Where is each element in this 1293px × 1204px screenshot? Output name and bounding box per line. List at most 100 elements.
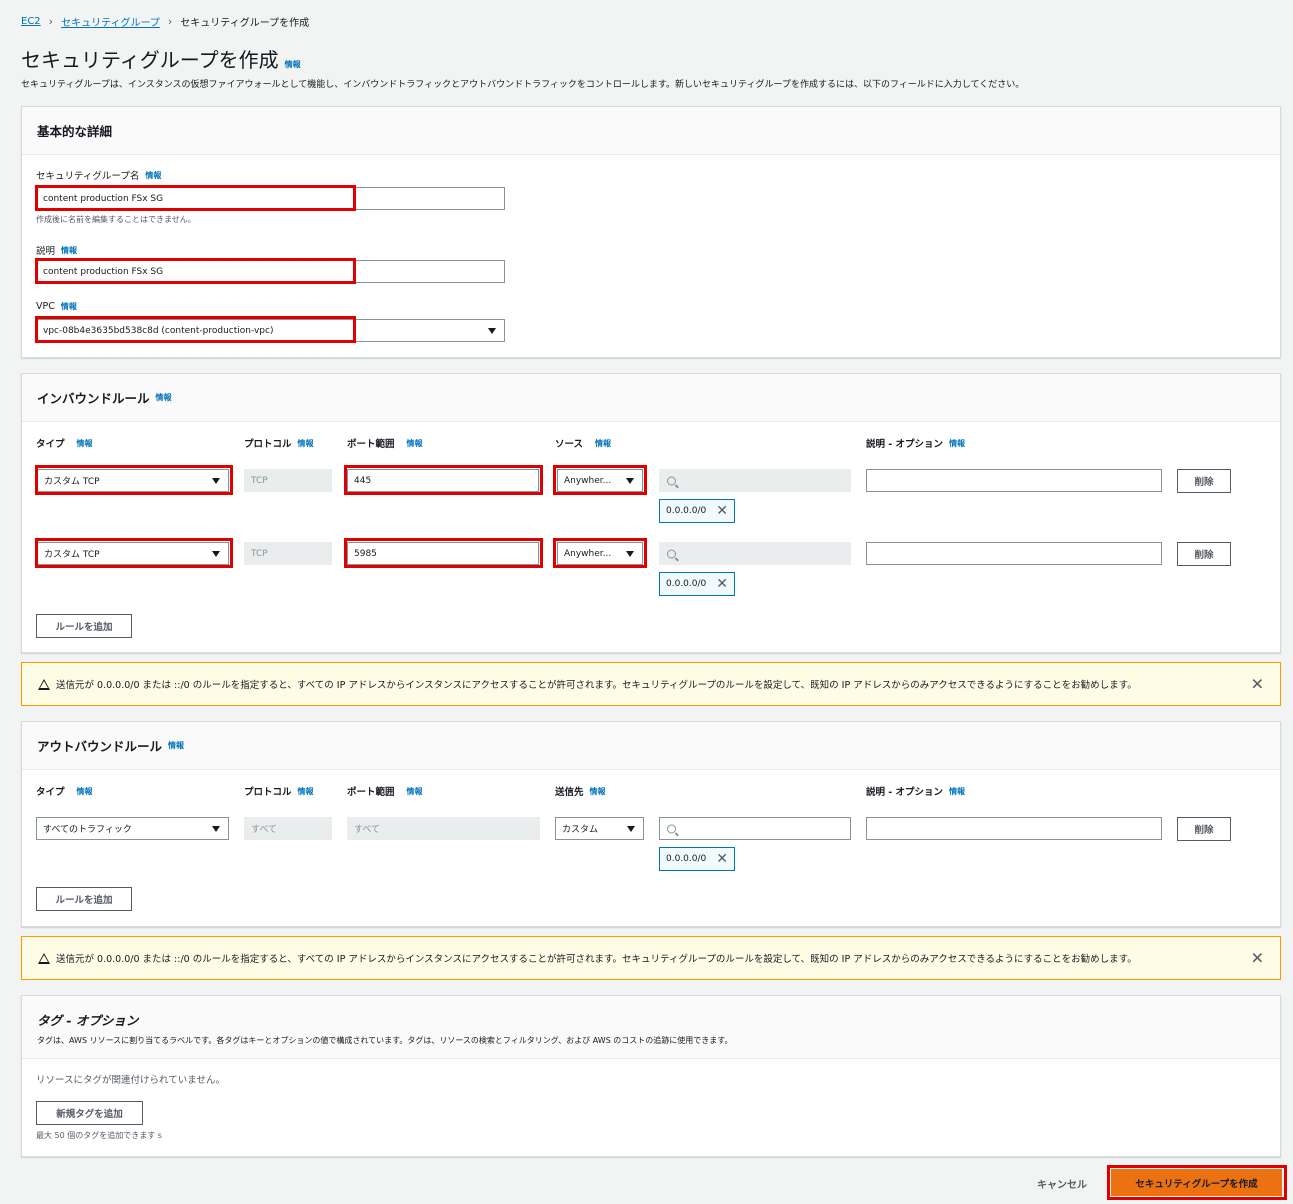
rule-type-value: すべてのトラフィック [43,825,132,835]
outbound-type-select[interactable]: すべてのトラフィック [36,817,229,840]
warning-icon [38,678,50,690]
search-icon [667,549,676,558]
vpc-select-value: vpc-08b4e3635bd538c8d (content-productio… [43,325,274,336]
col-desc-text: 説明 - オプション [866,787,944,798]
description-info-link[interactable]: 情報 [61,245,77,256]
col-source-text: ソース [555,439,584,450]
dest-info-link[interactable]: 情報 [590,786,606,797]
caret-down-icon [212,550,220,557]
page-title: セキュリティグループを作成 情報 [21,44,301,73]
cidr-token-text: 0.0.0.0/0 [666,854,707,864]
inbound-info-link[interactable]: 情報 [156,392,172,403]
rule-dest-value: カスタム [562,825,599,835]
inbound-rule-1-protocol: TCP [244,469,332,492]
desc-info-link[interactable]: 情報 [949,786,965,797]
inbound-col-port: ポート範囲 情報 [347,436,423,451]
outbound-cidr-search[interactable] [659,817,851,840]
breadcrumb-security-groups[interactable]: セキュリティグループ [61,14,160,29]
description-label: 説明 情報 [36,243,77,258]
caret-down-icon [212,477,220,484]
outbound-dest-select[interactable]: カスタム [555,817,644,840]
create-security-group-button[interactable]: セキュリティグループを作成 [1111,1169,1282,1196]
col-dest-text: 送信先 [555,787,584,798]
col-protocol-text: プロトコル [244,787,292,798]
outbound-warning-alert: 送信元が 0.0.0.0/0 または ::/0 のルールを指定すると、すべての … [21,936,1281,980]
inbound-rule-2-port-input[interactable]: 5985 [347,542,539,565]
description-input[interactable]: content production FSx SG [36,260,505,283]
add-tag-button[interactable]: 新規タグを追加 [36,1101,143,1125]
inbound-rule-2-delete-button[interactable]: 削除 [1177,542,1231,566]
desc-info-link[interactable]: 情報 [949,438,965,449]
chevron-right-icon: › [167,14,173,28]
page-info-link[interactable]: 情報 [285,59,301,70]
rule-source-value: Anywher... [564,548,612,559]
tags-description: タグは、AWS リソースに割り当てるラベルです。各タグはキーとオプションの値で構… [37,1036,733,1045]
outbound-title-text: アウトバウンドルール [37,739,163,754]
inbound-rule-1-delete-button[interactable]: 削除 [1177,469,1231,493]
close-icon[interactable]: ✕ [716,504,728,518]
col-type-text: タイプ [36,439,65,450]
outbound-header: アウトバウンドルール 情報 [22,722,1280,770]
sg-name-label: セキュリティグループ名 情報 [36,168,161,183]
inbound-rule-2-cidr-token: 0.0.0.0/0 ✕ [659,572,735,596]
sg-name-hint: 作成後に名前を編集することはできません。 [36,215,196,224]
inbound-header: インバウンドルール 情報 [22,374,1280,422]
sg-name-info-link[interactable]: 情報 [145,170,161,181]
outbound-port: すべて [347,817,540,840]
inbound-rule-1-source-select[interactable]: Anywher... [557,469,643,492]
outbound-add-rule-button[interactable]: ルールを追加 [36,887,132,911]
source-info-link[interactable]: 情報 [595,438,611,449]
description-label-text: 説明 [36,246,56,257]
inbound-rule-2-type-select[interactable]: カスタム TCP [37,542,229,565]
basic-details-title: 基本的な詳細 [37,124,113,139]
tags-title: タグ - オプション [37,1013,139,1028]
inbound-add-rule-button[interactable]: ルールを追加 [36,614,132,638]
rule-type-value: カスタム TCP [44,550,100,560]
col-desc-text: 説明 - オプション [866,439,944,450]
inbound-rule-1-cidr-search[interactable] [659,469,851,492]
page-title-text: セキュリティグループを作成 [21,48,279,72]
caret-down-icon [626,550,634,557]
outbound-desc-input[interactable] [866,817,1162,840]
caret-down-icon [212,825,220,832]
breadcrumb-ec2[interactable]: EC2 [21,16,41,27]
vpc-info-link[interactable]: 情報 [61,301,77,312]
inbound-rule-2-cidr-search[interactable] [659,542,851,565]
inbound-col-type: タイプ 情報 [36,436,93,451]
col-protocol-text: プロトコル [244,439,292,450]
warning-icon [38,952,50,964]
warning-text: 送信元が 0.0.0.0/0 または ::/0 のルールを指定すると、すべての … [56,680,1137,691]
tags-limit-hint: 最大 50 個のタグを追加できます s [36,1131,162,1140]
cidr-token-text: 0.0.0.0/0 [666,579,707,589]
vpc-label-text: VPC [36,301,55,312]
protocol-info-link[interactable]: 情報 [298,438,314,449]
inbound-rules-panel: インバウンドルール 情報 [21,373,1281,653]
port-info-link[interactable]: 情報 [407,438,423,449]
inbound-rule-2-desc-input[interactable] [866,542,1162,565]
outbound-info-link[interactable]: 情報 [168,740,184,751]
outbound-col-dest: 送信先 情報 [555,784,606,799]
col-port-text: ポート範囲 [347,439,395,450]
sg-name-input[interactable]: content production FSx SG [36,187,505,210]
protocol-info-link[interactable]: 情報 [298,786,314,797]
breadcrumb-current: セキュリティグループを作成 [180,17,310,29]
close-icon[interactable]: ✕ [1251,949,1264,968]
type-info-link[interactable]: 情報 [77,438,93,449]
chevron-right-icon: › [48,14,54,28]
vpc-select[interactable]: vpc-08b4e3635bd538c8d (content-productio… [36,319,505,342]
type-info-link[interactable]: 情報 [77,786,93,797]
outbound-title: アウトバウンドルール 情報 [37,736,1265,755]
cancel-button[interactable]: キャンセル [1037,1176,1087,1191]
port-info-link[interactable]: 情報 [407,786,423,797]
inbound-rule-2-source-select[interactable]: Anywher... [557,542,643,565]
close-icon[interactable]: ✕ [716,852,728,866]
close-icon[interactable]: ✕ [716,577,728,591]
inbound-rule-1-type-select[interactable]: カスタム TCP [37,469,229,492]
breadcrumb: EC2 › セキュリティグループ › セキュリティグループを作成 [21,14,310,29]
inbound-rule-1-port-input[interactable]: 445 [347,469,539,492]
outbound-delete-button[interactable]: 削除 [1177,817,1231,841]
inbound-rule-1-desc-input[interactable] [866,469,1162,492]
rule-source-value: Anywher... [564,475,612,486]
caret-down-icon [627,825,635,832]
close-icon[interactable]: ✕ [1251,675,1264,694]
